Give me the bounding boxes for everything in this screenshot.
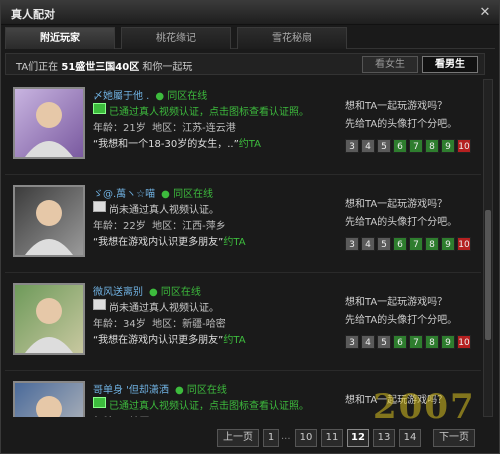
player-details: 年龄：21岁 地区：江苏-连云港 bbox=[93, 123, 236, 134]
window-title: 真人配对 bbox=[11, 8, 55, 21]
player-details: 年龄： 地区： bbox=[93, 413, 159, 417]
page-button-11[interactable]: 11 bbox=[321, 429, 343, 447]
page-button-12[interactable]: 12 bbox=[347, 429, 369, 447]
rating-button-7[interactable]: 7 bbox=[409, 335, 423, 349]
play-prompt: 想和TA一起玩游戏吗？ bbox=[345, 297, 448, 308]
tab-peach-blossom[interactable]: 桃花缘记 bbox=[121, 27, 231, 49]
rating-button-6[interactable]: 6 bbox=[393, 335, 407, 349]
tab-snow-fan[interactable]: 雪花秘扇 bbox=[237, 27, 347, 49]
player-name[interactable]: ゞ@.萬ヽ☆喵 ● 同区在线 bbox=[93, 185, 213, 200]
avatar-person-icon bbox=[36, 396, 62, 417]
invite-link[interactable]: 约TA bbox=[223, 237, 245, 248]
player-list: 〆她屬于他 . ● 同区在线 已通过真人视频认证，点击图标查看认证照。 年龄：21… bbox=[5, 79, 481, 417]
page-button-14[interactable]: 14 bbox=[399, 429, 421, 447]
matchmaking-window: 真人配对 ✕ 附近玩家 桃花缘记 雪花秘扇 TA们正在 51盛世三国40区 和你… bbox=[0, 0, 500, 454]
rate-prompt: 先给TA的头像打个分吧。 bbox=[345, 315, 458, 326]
rating-button-9[interactable]: 9 bbox=[441, 335, 455, 349]
player-card: ゞ@.萬ヽ☆喵 ● 同区在线 尚未通过真人视频认证。 年龄：22岁 地区：江西-萍… bbox=[5, 179, 481, 273]
verify-status: 已通过真人视频认证，点击图标查看认证照。 bbox=[109, 401, 309, 412]
rating-button-3[interactable]: 3 bbox=[345, 139, 359, 153]
server-info-bar: TA们正在 51盛世三国40区 和你一起玩 看女生 看男生 bbox=[5, 53, 485, 75]
avatar-person-icon bbox=[25, 298, 73, 353]
scrollbar[interactable] bbox=[483, 79, 493, 417]
player-quote: “我想在游戏内认识更多朋友”约TA bbox=[93, 335, 246, 346]
online-status: ● 同区在线 bbox=[155, 91, 208, 102]
view-female-button[interactable]: 看女生 bbox=[362, 56, 418, 73]
rating-button-6[interactable]: 6 bbox=[393, 139, 407, 153]
player-details: 年龄：34岁 地区：新疆-哈密 bbox=[93, 319, 226, 330]
rating-button-7[interactable]: 7 bbox=[409, 237, 423, 251]
rating-button-10[interactable]: 10 bbox=[457, 335, 471, 349]
player-avatar[interactable] bbox=[13, 185, 85, 257]
avatar-person-icon bbox=[25, 102, 73, 157]
player-avatar[interactable] bbox=[13, 283, 85, 355]
rating-button-5[interactable]: 5 bbox=[377, 335, 391, 349]
rate-prompt: 先给TA的头像打个分吧。 bbox=[345, 217, 458, 228]
online-status: ● 同区在线 bbox=[149, 287, 201, 298]
server-info: TA们正在 51盛世三国40区 和你一起玩 bbox=[16, 62, 193, 73]
avatar-person-icon bbox=[25, 200, 73, 255]
player-card: 〆她屬于他 . ● 同区在线 已通过真人视频认证，点击图标查看认证照。 年龄：21… bbox=[5, 81, 481, 175]
invite-link[interactable]: 约TA bbox=[223, 335, 245, 346]
verified-icon[interactable] bbox=[93, 103, 106, 114]
rating-button-4[interactable]: 4 bbox=[361, 237, 375, 251]
player-quote: “我想和一个18-30岁的女生，..”约TA bbox=[93, 139, 261, 150]
page-button-10[interactable]: 10 bbox=[295, 429, 317, 447]
tab-bar: 附近玩家 桃花缘记 雪花秘扇 bbox=[5, 27, 495, 49]
pager-ellipsis: ... bbox=[281, 431, 291, 442]
tab-nearby-players[interactable]: 附近玩家 bbox=[5, 27, 115, 49]
player-card: 微风送离别 ● 同区在线 尚未通过真人视频认证。 年龄：34岁 地区：新疆-哈密 … bbox=[5, 277, 481, 371]
rating-button-10[interactable]: 10 bbox=[457, 237, 471, 251]
page-button-1[interactable]: 1 bbox=[263, 429, 279, 447]
close-icon[interactable]: ✕ bbox=[477, 5, 493, 21]
verify-status: 已通过真人视频认证，点击图标查看认证照。 bbox=[109, 107, 309, 118]
rating-button-10[interactable]: 10 bbox=[457, 139, 471, 153]
next-page-button[interactable]: 下一页 bbox=[433, 429, 475, 447]
title-bar[interactable]: 真人配对 ✕ bbox=[1, 1, 499, 25]
server-name: 51盛世三国40区 bbox=[61, 62, 140, 73]
play-prompt: 想和TA一起玩游戏吗？ bbox=[345, 199, 448, 210]
rating-button-5[interactable]: 5 bbox=[377, 139, 391, 153]
player-avatar[interactable] bbox=[13, 381, 85, 417]
rating-button-8[interactable]: 8 bbox=[425, 139, 439, 153]
rating-button-9[interactable]: 9 bbox=[441, 237, 455, 251]
rating-button-3[interactable]: 3 bbox=[345, 237, 359, 251]
player-name[interactable]: 微风送离别 ● 同区在线 bbox=[93, 283, 201, 298]
view-male-button[interactable]: 看男生 bbox=[422, 56, 478, 73]
player-avatar[interactable] bbox=[13, 87, 85, 159]
player-details: 年龄：22岁 地区：江西-萍乡 bbox=[93, 221, 226, 232]
player-quote: “我想在游戏内认识更多朋友”约TA bbox=[93, 237, 246, 248]
scroll-thumb[interactable] bbox=[485, 210, 491, 340]
rating-button-5[interactable]: 5 bbox=[377, 237, 391, 251]
watermark-logo: 2007 bbox=[373, 387, 476, 427]
rating-button-6[interactable]: 6 bbox=[393, 237, 407, 251]
online-status: ● 同区在线 bbox=[174, 385, 227, 396]
verify-status: 尚未通过真人视频认证。 bbox=[109, 303, 219, 314]
verified-icon[interactable] bbox=[93, 397, 106, 408]
player-name[interactable]: 〆她屬于他 . ● 同区在线 bbox=[93, 87, 207, 102]
rating-button-8[interactable]: 8 bbox=[425, 335, 439, 349]
verify-status: 尚未通过真人视频认证。 bbox=[109, 205, 219, 216]
rating-button-8[interactable]: 8 bbox=[425, 237, 439, 251]
rating-button-4[interactable]: 4 bbox=[361, 139, 375, 153]
unverified-icon[interactable] bbox=[93, 299, 106, 310]
rating-button-9[interactable]: 9 bbox=[441, 139, 455, 153]
invite-link[interactable]: 约TA bbox=[239, 139, 261, 150]
player-name[interactable]: 哥单身 '但却潇洒 ● 同区在线 bbox=[93, 381, 227, 396]
rate-prompt: 先给TA的头像打个分吧。 bbox=[345, 119, 458, 130]
unverified-icon[interactable] bbox=[93, 201, 106, 212]
rating-button-4[interactable]: 4 bbox=[361, 335, 375, 349]
play-prompt: 想和TA一起玩游戏吗？ bbox=[345, 101, 448, 112]
prev-page-button[interactable]: 上一页 bbox=[217, 429, 259, 447]
rating-button-3[interactable]: 3 bbox=[345, 335, 359, 349]
page-button-13[interactable]: 13 bbox=[373, 429, 395, 447]
online-status: ● 同区在线 bbox=[161, 189, 214, 200]
rating-button-7[interactable]: 7 bbox=[409, 139, 423, 153]
